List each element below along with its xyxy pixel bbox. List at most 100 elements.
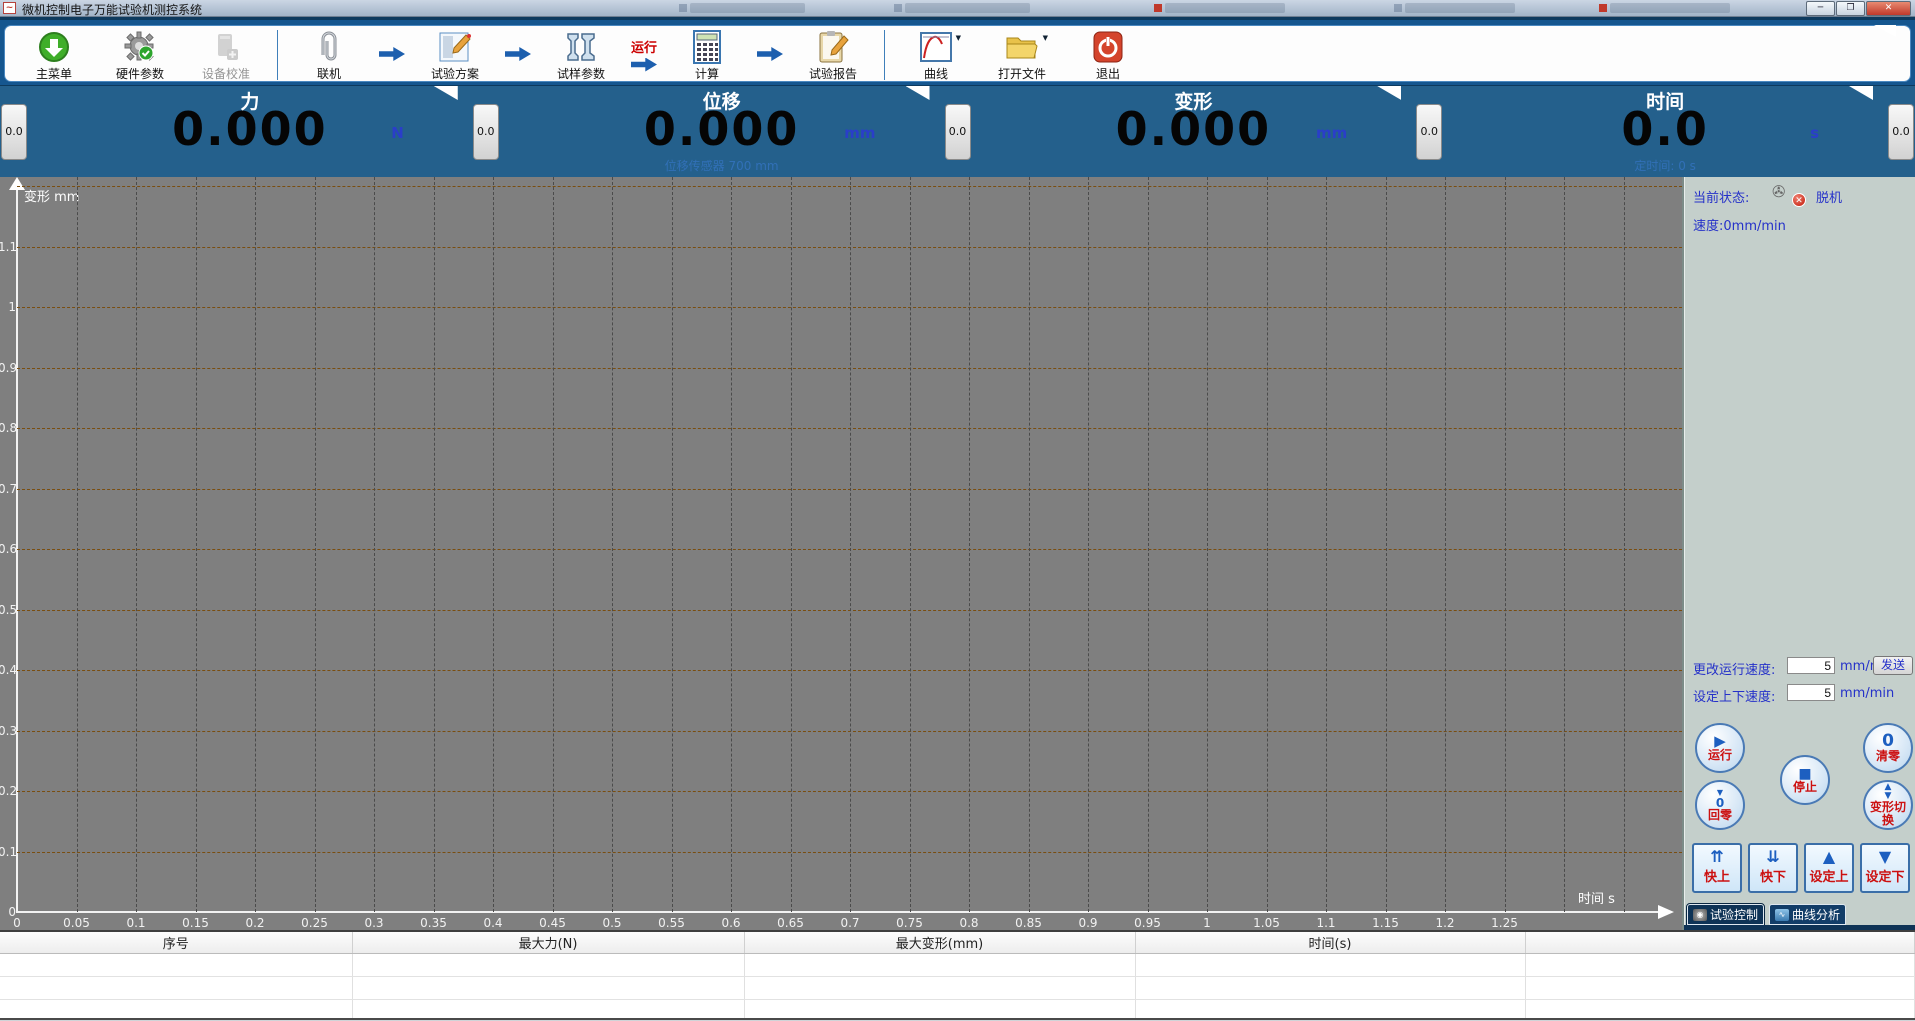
maximize-button[interactable]: ❐	[1836, 1, 1865, 16]
set-down-button[interactable]: ▼ 设定下	[1860, 843, 1910, 893]
run-caption: 运行	[630, 40, 657, 56]
main-menu-button[interactable]: 主菜单	[11, 30, 97, 82]
return-zero-button[interactable]: ▼ 0 回零	[1695, 780, 1745, 830]
deformation-value: 0.000	[1115, 102, 1272, 156]
curve-analysis-tab-icon: ∿	[1775, 908, 1790, 921]
displacement-unit: mm	[844, 124, 876, 142]
app-window: ~ 微机控制电子万能试验机测控系统 ─ ❐ ✕ 主菜单 硬件参数 设备校准 联机 试验方…	[0, 0, 1915, 1021]
toolbar-zone: 主菜单 硬件参数 设备校准 联机 试验方案 试样参数 运行计算 试验报告 ▼ 曲线 ▼ 打开文件 退出	[0, 17, 1915, 85]
x-axis-label: 时间 s	[1578, 892, 1615, 907]
title-bar: ~ 微机控制电子万能试验机测控系统 ─ ❐ ✕	[0, 0, 1915, 17]
deformation-unit: mm	[1315, 124, 1348, 142]
stop-button[interactable]: ■ 停止	[1780, 755, 1830, 805]
results-table[interactable]: 序号 最大力(N) 最大变形(mm) 时间(s)	[0, 932, 1915, 1021]
x-tick-label: 0.95	[1134, 916, 1161, 930]
x-tick-label: 0	[13, 916, 21, 930]
change-speed-input[interactable]	[1787, 657, 1835, 674]
specimen-params-button[interactable]: 试样参数	[538, 30, 624, 82]
close-button[interactable]: ✕	[1866, 1, 1911, 16]
x-tick-label: 0.75	[896, 916, 923, 930]
exit-button[interactable]: 退出	[1065, 30, 1151, 82]
y-tick-label: 0.6	[0, 542, 18, 556]
toolbar-corner-notch	[1874, 25, 1896, 37]
time-value: 0.0	[1621, 102, 1709, 156]
run-button[interactable]: ▶ 运行	[1695, 723, 1745, 773]
hardware-params-label: 硬件参数	[115, 67, 164, 81]
zero-button[interactable]: 0.0	[944, 103, 971, 160]
clear-zero-button[interactable]: 0 清零	[1863, 723, 1913, 773]
y-tick-label: 1.1	[0, 239, 18, 254]
current-status-value: 脱机	[1816, 191, 1843, 206]
zero-button[interactable]: 0.0	[472, 103, 499, 160]
x-tick-label: 1	[1203, 916, 1211, 930]
force-value: 0.000	[172, 102, 328, 156]
gear-check-icon	[124, 30, 156, 64]
x-tick-label: 0.5	[602, 916, 622, 930]
dropdown-arrow-icon[interactable]: ▼	[1043, 34, 1048, 42]
x-tick-label: 0.7	[840, 916, 860, 930]
y-axis-arrow	[9, 177, 25, 190]
set-down-arrow-icon: ▼	[1878, 847, 1892, 867]
tab-label: 曲线分析	[1792, 908, 1841, 922]
y-tick-label: 0.4	[0, 663, 18, 677]
y-tick-label: 0.7	[0, 481, 18, 496]
x-tick-label: 0.25	[301, 916, 328, 930]
fast-down-button[interactable]: ⇊ 快下	[1748, 843, 1798, 893]
x-tick-label: 0.3	[364, 916, 384, 930]
x-tick-label: 0.65	[777, 916, 804, 930]
device-calibration-button: 设备校准	[183, 30, 269, 82]
toolbar-separator	[884, 30, 885, 80]
tab-test-control[interactable]: ◉ 试验控制	[1685, 903, 1766, 926]
flow-arrow-icon	[372, 30, 412, 78]
zero-button[interactable]: 0.0	[1888, 103, 1914, 160]
specimen-params-label: 试样参数	[556, 67, 605, 81]
calculate-button[interactable]: 计算	[664, 30, 750, 82]
test-plan-button[interactable]: 试验方案	[412, 30, 498, 82]
set-up-button[interactable]: ▲ 设定上	[1804, 843, 1854, 893]
zero-button[interactable]: 0.0	[1416, 103, 1443, 160]
minimize-button[interactable]: ─	[1806, 1, 1835, 16]
test-report-button[interactable]: 试验报告	[790, 30, 876, 82]
y-tick-label: 0.8	[0, 421, 18, 435]
x-axis-line	[16, 911, 1666, 913]
curve-button[interactable]: ▼ 曲线	[893, 30, 979, 82]
zero-button[interactable]: 0.0	[1, 103, 27, 160]
folder-icon: ▼	[1005, 30, 1048, 64]
deform-switch-button[interactable]: ▲ ▼ 变形切换	[1863, 780, 1913, 830]
fast-up-button[interactable]: ⇈ 快上	[1692, 843, 1742, 893]
flow-arrow-icon	[750, 30, 790, 78]
control-side-panel: 当前状态: ✇✕ 脱机 速度:0mm/min 更改运行速度: mm/min 发送…	[1682, 177, 1915, 930]
send-button[interactable]: 发送	[1873, 656, 1913, 675]
curve-label: 曲线	[923, 67, 948, 81]
side-panel-tabs: ◉ 试验控制 ∿ 曲线分析	[1685, 903, 1847, 926]
x-tick-label: 1.1	[1316, 916, 1336, 930]
results-column-header-empty	[1525, 932, 1915, 954]
x-axis-arrow	[1658, 905, 1674, 919]
x-tick-label: 1.15	[1372, 916, 1399, 930]
hardware-params-button[interactable]: 硬件参数	[97, 30, 183, 82]
y-tick-label: 0.2	[0, 784, 18, 798]
background-window-ghost	[1599, 3, 1730, 13]
connect-button[interactable]: 联机	[286, 30, 372, 82]
dropdown-arrow-icon[interactable]: ▼	[956, 34, 961, 42]
plan-pencil-icon	[438, 30, 472, 64]
open-file-button[interactable]: ▼ 打开文件	[979, 30, 1065, 82]
y-tick-label: 0.3	[0, 723, 18, 738]
specimen-icon	[564, 30, 598, 64]
updown-speed-input[interactable]	[1787, 684, 1835, 701]
x-tick-label: 0.9	[1078, 916, 1098, 930]
time-sub-label: 定时间: 0 s	[1634, 159, 1696, 173]
y-axis-label: 变形 mm	[24, 190, 80, 205]
current-status-label: 当前状态:	[1693, 191, 1750, 206]
deformation-panel: 变形 0.000 mm	[972, 86, 1416, 177]
report-pencil-icon	[816, 30, 850, 64]
time-panel: 时间 0.0 s 定时间: 0 s	[1443, 86, 1887, 177]
x-tick-label: 1.25	[1491, 916, 1518, 930]
results-row	[0, 953, 1915, 977]
displacement-value: 0.000	[643, 102, 800, 156]
tab-curve-analysis[interactable]: ∿ 曲线分析	[1769, 904, 1847, 925]
connect-label: 联机	[316, 67, 341, 81]
calculate-label: 计算	[694, 67, 719, 81]
deformation-time-chart[interactable]: 变形 mm 时间 s 0 0.1 0.2 0.3 0.4 0.5 0.6 0.7 0.8 0.9 1…	[0, 177, 1682, 930]
results-row	[0, 976, 1915, 1000]
